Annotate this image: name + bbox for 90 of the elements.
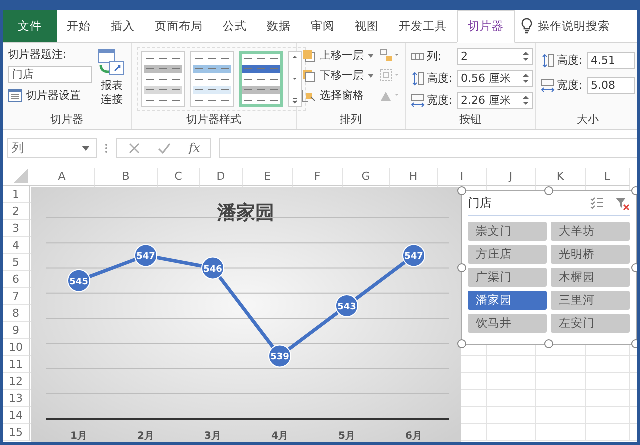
report-connections-button[interactable]: 报表连接 — [98, 47, 126, 112]
multi-select-icon[interactable] — [590, 197, 604, 210]
height-label: 高度: — [427, 71, 454, 86]
slicer-title: 门店 — [468, 195, 493, 212]
data-label: 547 — [136, 252, 156, 262]
data-point: 543 — [336, 294, 358, 318]
ribbon-tab[interactable]: 切片器 — [457, 10, 515, 43]
more-icon[interactable] — [290, 96, 300, 106]
slicer-item[interactable]: 左安门 — [551, 314, 630, 333]
height-icon — [541, 54, 555, 68]
caret-icon[interactable] — [368, 74, 374, 78]
ribbon-tab[interactable]: 数据 — [257, 10, 301, 42]
ribbon-tab[interactable]: 视图 — [345, 10, 389, 42]
slicer-item[interactable]: 光明桥 — [551, 245, 630, 264]
columns-icon — [411, 50, 425, 62]
ribbon-tab[interactable]: 公式 — [213, 10, 257, 42]
group-label: 切片器 — [50, 112, 84, 127]
height-label: 高度: — [557, 53, 584, 68]
x-axis-label: 4月 — [272, 431, 288, 442]
ribbon-tab[interactable]: 页面布局 — [145, 10, 213, 42]
slicer-item[interactable]: 木樨园 — [551, 268, 630, 287]
selection-pane-icon — [302, 88, 316, 102]
slicer-item[interactable]: 三里河 — [551, 291, 630, 310]
columns-spinner[interactable]: 2 — [457, 48, 533, 65]
ribbon-tab[interactable]: 开发工具 — [389, 10, 457, 42]
x-axis-label: 1月 — [70, 431, 88, 442]
data-point: 539 — [268, 344, 292, 368]
width-label: 宽度: — [557, 78, 584, 93]
ribbon-tab[interactable]: 开始 — [57, 10, 101, 42]
group-label: 切片器样式 — [186, 112, 242, 127]
data-label: 546 — [204, 264, 222, 275]
ribbon-tab[interactable]: 文件 — [3, 10, 57, 42]
data-point: 546 — [202, 256, 224, 280]
columns-label: 列: — [427, 49, 443, 64]
group-label: 按钮 — [458, 112, 482, 127]
align-icon[interactable] — [380, 49, 400, 63]
group-label: 排列 — [339, 112, 363, 127]
height-icon — [411, 72, 425, 86]
clear-filter-icon[interactable] — [616, 196, 630, 210]
data-label: 545 — [70, 277, 88, 288]
ribbon-tab[interactable]: 插入 — [101, 10, 145, 42]
caret-icon[interactable] — [368, 54, 374, 58]
dropdown-icon — [82, 146, 90, 150]
slicer-item[interactable]: 崇文门 — [468, 222, 547, 241]
slicer-item[interactable]: 方庄店 — [468, 245, 547, 264]
bring-forward-button[interactable]: 上移一层 — [302, 47, 374, 64]
slicer-item[interactable]: 广渠门 — [468, 268, 547, 287]
data-label: 539 — [270, 352, 290, 363]
slicer-item[interactable]: 潘家园 — [468, 291, 547, 310]
data-point: 547 — [402, 244, 426, 268]
slicer-height-field[interactable]: 4.51 — [587, 52, 635, 69]
slicer-style-swatch[interactable] — [239, 51, 283, 107]
insert-function-button[interactable]: fx — [189, 141, 200, 155]
slicer-style-swatch[interactable] — [141, 51, 185, 107]
send-backward-button[interactable]: 下移一层 — [302, 67, 374, 84]
slicer-item[interactable]: 大羊坊 — [551, 222, 630, 241]
group-label: 大小 — [576, 112, 600, 127]
width-icon — [411, 94, 425, 108]
data-label: 543 — [338, 302, 356, 312]
slicer-width-field[interactable]: 5.08 — [587, 77, 635, 94]
resize-handle[interactable] — [544, 186, 554, 196]
linked-tables-icon — [98, 49, 126, 77]
x-axis-label: 2月 — [138, 431, 154, 442]
data-label: 547 — [404, 252, 424, 262]
checkmark-icon[interactable] — [158, 142, 171, 154]
x-axis-label: 6月 — [406, 431, 422, 442]
resize-handle[interactable] — [544, 340, 554, 348]
button-width-spinner[interactable]: 2.26 厘米 — [457, 92, 533, 109]
list-icon — [8, 89, 22, 102]
data-point: 545 — [68, 269, 90, 292]
caption-label: 切片器题注: — [8, 47, 68, 62]
caption-field[interactable]: 门店 — [8, 66, 92, 83]
data-point: 547 — [134, 244, 158, 268]
button-height-spinner[interactable]: 0.56 厘米 — [457, 70, 533, 87]
selection-pane-button[interactable]: 选择窗格 — [302, 87, 374, 104]
slicer-style-swatch[interactable] — [190, 51, 234, 107]
slicer-item[interactable]: 饮马井 — [468, 314, 547, 333]
width-label: 宽度: — [427, 93, 454, 108]
grip-icon — [105, 142, 108, 154]
formula-input[interactable] — [219, 138, 637, 158]
width-icon — [541, 78, 555, 92]
slicer-settings-button[interactable]: 切片器设置 — [8, 87, 92, 104]
lightbulb-icon — [521, 18, 533, 34]
tell-me-search[interactable]: 操作说明搜索 — [515, 10, 610, 42]
group-icon[interactable] — [380, 69, 400, 83]
x-axis-label: 5月 — [338, 431, 356, 442]
ribbon-tab[interactable]: 审阅 — [301, 10, 345, 42]
cancel-icon[interactable] — [129, 142, 140, 154]
name-box[interactable]: 列 — [7, 138, 97, 158]
x-axis-label: 3月 — [204, 431, 222, 442]
